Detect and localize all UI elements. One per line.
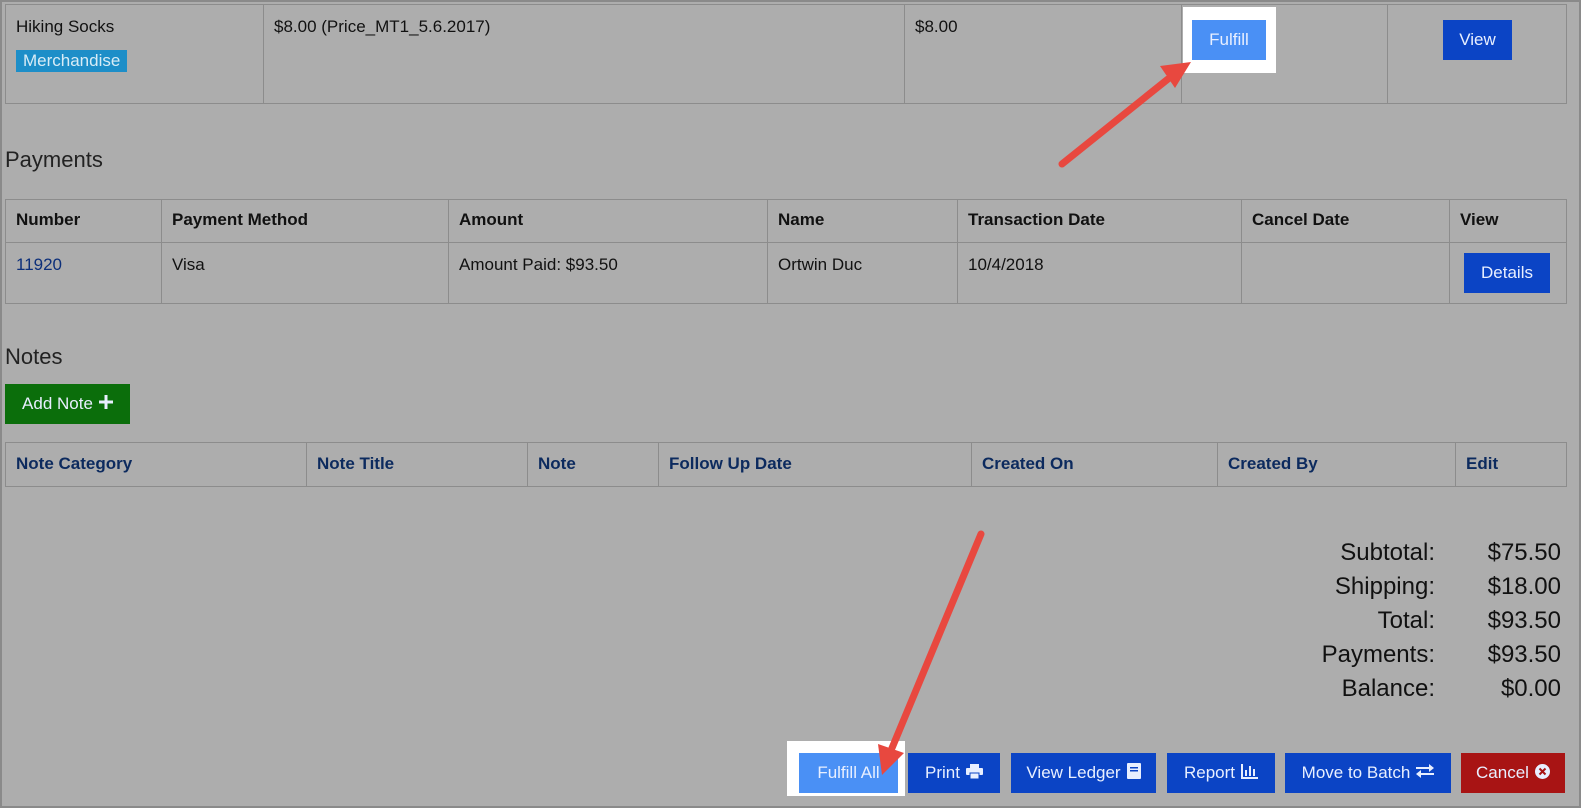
view-item-button[interactable]: View [1443,20,1512,60]
table-row: 11920 Visa Amount Paid: $93.50 Ortwin Du… [5,242,1567,304]
subtotal-value: $75.50 [1487,539,1561,566]
printer-icon [965,763,983,783]
cancel-label: Cancel [1476,763,1529,782]
payments-table: Number Payment Method Amount Name Transa… [5,199,1567,304]
category-badge: Merchandise [16,50,128,72]
shipping-value: $18.00 [1487,573,1561,600]
add-note-label: Add Note [22,394,93,413]
circle-x-icon [1534,763,1550,783]
col-number: Number [5,199,162,243]
order-totals: Subtotal: $75.50 Shipping: $18.00 Total: $9… [1195,536,1561,706]
plus-icon [98,395,113,413]
payment-number: 11920 [5,242,162,304]
col-amount: Amount [448,199,768,243]
shipping-label: Shipping: [1334,573,1435,600]
payment-method: Visa [161,242,449,304]
report-button[interactable]: Report [1167,753,1275,793]
notes-header-row: Note Category Note Title Note Follow Up … [5,442,1567,487]
total-label: Total: [1377,607,1435,634]
payments-title: Payments [5,147,103,172]
payments-total-value: $93.50 [1487,641,1561,668]
view-ledger-button[interactable]: View Ledger [1011,753,1156,793]
payments-total-row: Payments: $93.50 [1195,638,1561,672]
balance-label: Balance: [1341,675,1435,702]
move-to-batch-label: Move to Batch [1301,763,1411,782]
table-row: Hiking Socks Merchandise $8.00 (Price_MT… [5,4,1567,104]
shipping-row: Shipping: $18.00 [1195,570,1561,604]
view-ledger-label: View Ledger [1026,763,1121,782]
details-button[interactable]: Details [1464,253,1550,293]
move-to-batch-button[interactable]: Move to Batch [1285,753,1451,793]
fulfill-all-button[interactable]: Fulfill All [799,753,898,793]
item-name-cell: Hiking Socks Merchandise [5,4,264,104]
item-name: Hiking Socks [16,17,115,36]
bar-chart-icon [1241,763,1259,783]
payment-number-link[interactable]: 11920 [16,255,62,274]
exchange-icon [1416,764,1435,782]
col-name: Name [767,199,958,243]
report-label: Report [1183,763,1236,782]
add-note-button[interactable]: Add Note [5,384,130,424]
col-note-category: Note Category [5,442,307,487]
col-note-title: Note Title [306,442,528,487]
payment-transaction-date: 10/4/2018 [957,242,1242,304]
col-note: Note [527,442,659,487]
balance-value: $0.00 [1500,675,1561,702]
total-row: Total: $93.50 [1195,604,1561,638]
payments-header-row: Number Payment Method Amount Name Transa… [5,199,1567,243]
col-transaction-date: Transaction Date [957,199,1242,243]
item-amount-cell: $8.00 [904,4,1182,104]
col-payment-method: Payment Method [161,199,449,243]
balance-row: Balance: $0.00 [1195,672,1561,706]
payment-cancel-date [1241,242,1450,304]
payment-amount: Amount Paid: $93.50 [448,242,768,304]
col-cancel-date: Cancel Date [1241,199,1450,243]
notes-table: Note Category Note Title Note Follow Up … [5,442,1567,487]
book-icon [1126,763,1141,783]
col-edit: Edit [1455,442,1567,487]
total-value: $93.50 [1487,607,1561,634]
col-view: View [1449,199,1567,243]
payments-total-label: Payments: [1321,641,1435,668]
item-price-cell: $8.00 (Price_MT1_5.6.2017) [263,4,905,104]
notes-title: Notes [5,344,63,369]
order-items-table: Hiking Socks Merchandise $8.00 (Price_MT… [5,4,1567,104]
col-created-on: Created On [971,442,1218,487]
print-button[interactable]: Print [908,753,1000,793]
cancel-button[interactable]: Cancel [1461,753,1565,793]
subtotal-label: Subtotal: [1340,539,1435,566]
payment-name: Ortwin Duc [767,242,958,304]
col-created-by: Created By [1217,442,1456,487]
fulfill-button[interactable]: Fulfill [1192,20,1266,60]
subtotal-row: Subtotal: $75.50 [1195,536,1561,570]
col-follow-up-date: Follow Up Date [658,442,972,487]
print-label: Print [925,763,960,782]
